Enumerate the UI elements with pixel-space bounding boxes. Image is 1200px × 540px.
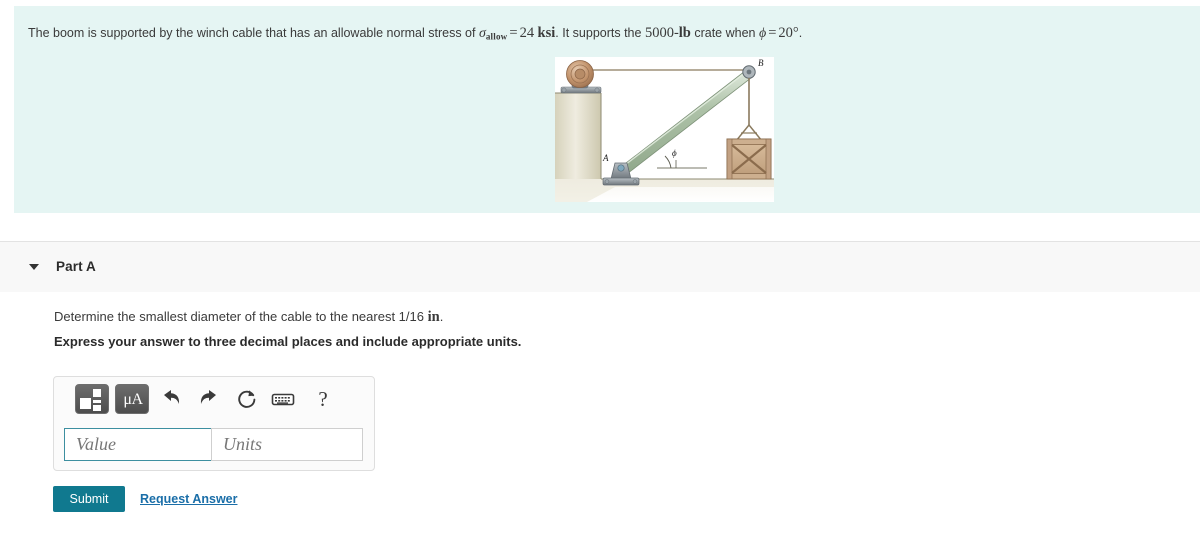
wall-face (555, 93, 601, 179)
equals-sign-2: = (768, 25, 777, 41)
sigma-symbol: σ (478, 26, 486, 41)
problem-text-end: . (798, 26, 803, 40)
angle-value: 20 (778, 25, 793, 41)
question-prompt-suffix: . (439, 309, 444, 324)
keyboard-icon[interactable] (270, 386, 296, 412)
value-input[interactable] (64, 428, 216, 461)
undo-icon[interactable] (158, 386, 184, 412)
equals-sign-1: = (509, 25, 518, 41)
problem-statement-text: The boom is supported by the winch cable… (28, 24, 802, 43)
boom-winch-figure-svg: B A ϕ (555, 57, 774, 202)
units-icon[interactable]: μA (115, 384, 149, 414)
answer-entry-panel: μA ? Value Units (53, 376, 375, 471)
stress-value: 24 (519, 25, 535, 41)
math-template-icon[interactable] (75, 384, 109, 414)
part-a-header[interactable]: Part A (0, 241, 1200, 292)
figure-label-a: A (602, 153, 609, 163)
stress-unit: ksi (537, 25, 556, 41)
units-input[interactable] (211, 428, 363, 461)
problem-text-part1: The boom is supported by the winch cable… (28, 26, 479, 40)
help-icon-label: ? (318, 387, 328, 411)
question-prompt: Determine the smallest diameter of the c… (54, 309, 443, 326)
crate (726, 138, 772, 180)
problem-statement-panel: The boom is supported by the winch cable… (14, 6, 1200, 213)
figure-label-phi: ϕ (672, 148, 677, 158)
collapse-caret-icon[interactable] (29, 264, 39, 270)
units-icon-label: μA (123, 391, 143, 408)
question-instruction: Express your answer to three decimal pla… (54, 334, 522, 349)
redo-icon[interactable] (196, 386, 222, 412)
answer-toolbar: μA ? (54, 377, 374, 423)
request-answer-link[interactable]: Request Answer (140, 492, 237, 506)
problem-text-part3: crate when (690, 26, 759, 40)
problem-text-part2: . It supports the (555, 26, 645, 40)
sigma-subscript: allow (485, 31, 508, 42)
reset-icon[interactable] (234, 386, 260, 412)
figure-label-b: B (758, 58, 764, 68)
submit-button[interactable]: Submit (53, 486, 125, 512)
load-value: 5000- (644, 25, 679, 41)
load-unit: lb (678, 25, 691, 41)
pin-joint-b (742, 65, 756, 79)
help-icon[interactable]: ? (310, 386, 336, 412)
question-prompt-unit: in (427, 309, 440, 325)
question-prompt-prefix: Determine the smallest diameter of the c… (54, 309, 428, 324)
boom-winch-figure: B A ϕ (555, 57, 774, 202)
part-a-title: Part A (56, 259, 96, 274)
